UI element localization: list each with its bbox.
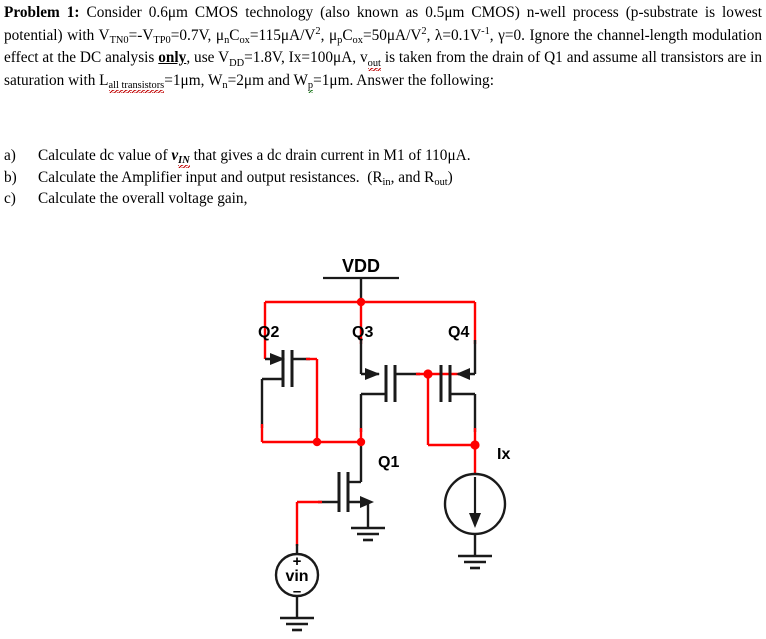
lambda-symbol: λ=0.1V-1, bbox=[434, 26, 494, 44]
vin-plus-sign: + bbox=[293, 553, 302, 570]
problem-colon: : bbox=[74, 4, 80, 21]
question-marker-a: a) bbox=[4, 147, 16, 164]
problem-statement: Problem 1: Consider 0.6μm CMOS technolog… bbox=[4, 2, 762, 94]
vdd-symbol: VDD=1.8V, Ix=100μA, bbox=[218, 49, 357, 69]
q3-source-arrow bbox=[365, 368, 380, 380]
schematic-svg: Q2 Q3 Q4 Q1 Ix vin + – VDD bbox=[258, 256, 510, 632]
question-text-a: Calculate dc value of vIN that gives a d… bbox=[38, 145, 644, 169]
label-q4: Q4 bbox=[448, 324, 469, 341]
questions-list: a) Calculate dc value of vIN that gives … bbox=[4, 145, 644, 210]
label-q3: Q3 bbox=[352, 324, 373, 341]
node-dot-q3q4-gate bbox=[423, 369, 433, 379]
node-dot-vdd bbox=[356, 297, 366, 307]
problem-seg3: , use bbox=[186, 49, 215, 67]
problem-label: Problem 1 bbox=[4, 4, 75, 21]
q4-source-arrow bbox=[456, 368, 470, 380]
node-dot-bias bbox=[356, 437, 366, 447]
label-vdd: VDD bbox=[342, 256, 380, 276]
muncox-symbol: μnCox=115μA/V2, bbox=[215, 26, 325, 46]
question-a-post: that gives a dc drain current in M1 of 1… bbox=[193, 147, 471, 164]
gamma-symbol: γ=0. bbox=[498, 26, 525, 44]
label-q2: Q2 bbox=[258, 324, 279, 341]
question-b-pre: Calculate the Amplifier input and output… bbox=[38, 168, 360, 186]
only-emphasis: only bbox=[158, 49, 187, 67]
problem-seg5: Answer the following: bbox=[356, 71, 494, 89]
length-symbol: Lall transistors=1μm, Wn=2μm and Wp=1μm. bbox=[99, 71, 354, 94]
question-marker-b: b) bbox=[4, 168, 17, 186]
question-text-b: Calculate the Amplifier input and output… bbox=[38, 167, 644, 189]
question-marker-c: c) bbox=[4, 190, 16, 208]
ix-arrow-head bbox=[469, 513, 481, 528]
problem-statement-paragraph: Problem 1: Consider 0.6μm CMOS technolog… bbox=[4, 2, 762, 94]
vin-minus-sign: – bbox=[293, 583, 301, 600]
vtn0-symbol: VTN0=-VTP0=0.7V, bbox=[98, 26, 212, 46]
question-text-c: Calculate the overall voltage gain, bbox=[38, 188, 644, 210]
question-a-pre: Calculate dc value of bbox=[38, 147, 168, 164]
mupcox-symbol: μpCox=50μA/V2, bbox=[328, 26, 431, 46]
node-dot-ix bbox=[470, 440, 480, 450]
question-c-pre: Calculate the overall voltage gain, bbox=[38, 190, 248, 208]
question-item-c: c) Calculate the overall voltage gain, bbox=[4, 188, 644, 210]
question-item-a: a) Calculate dc value of vIN that gives … bbox=[4, 145, 644, 169]
resistance-symbols: (Rin, and Rout) bbox=[367, 168, 453, 189]
node-dot-q2-drain bbox=[312, 437, 322, 447]
label-ix: Ix bbox=[497, 446, 510, 463]
label-q1: Q1 bbox=[378, 454, 399, 471]
circuit-schematic: Q2 Q3 Q4 Q1 Ix vin + – VDD bbox=[0, 232, 766, 639]
vin-variable: vIN bbox=[171, 147, 190, 169]
question-item-b: b) Calculate the Amplifier input and out… bbox=[4, 167, 644, 189]
vout-symbol: vout bbox=[359, 49, 381, 71]
